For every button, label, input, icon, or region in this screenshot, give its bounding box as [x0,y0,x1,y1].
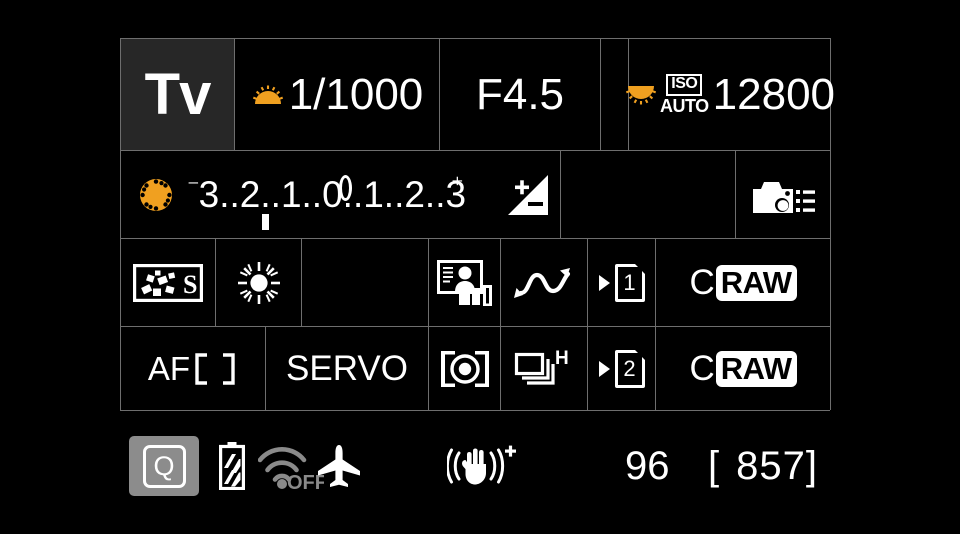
drive-mode-cell[interactable]: H [501,327,587,410]
wifi-icon: OFF [257,446,327,494]
quick-control-label: Q [153,450,175,481]
card-slot-icon: 2 [614,349,645,388]
airplane-mode-icon [316,444,362,488]
exposure-minus-sign: ⁻ [187,174,200,201]
record-arrow-icon [598,360,610,377]
white-balance-cell[interactable] [216,239,301,326]
af-operation-label: SERVO [286,348,408,388]
image-quality-raw-label: RAW [715,264,797,301]
image-quality-c-label: C [689,349,715,388]
exposure-compensation-cell[interactable] [496,152,560,237]
card-slot-number: 1 [623,269,636,295]
shutter-dial-up-icon [251,85,285,105]
grid-line-row4-bottom [120,410,830,411]
exposure-dial-icon [139,178,173,212]
shutter-speed-value: 1/1000 [288,69,424,119]
image-quality-raw-label: RAW [715,350,797,387]
metering-mode-cell[interactable] [429,327,500,410]
image-stabilizer-icon [445,444,517,486]
shooting-mode-cell[interactable]: Tv [121,39,234,150]
grid-line-v-r1-d [600,38,601,150]
card-slot-number: 2 [623,355,636,381]
image-quality-craw-badge: C RAW [689,263,797,302]
card-slot-2-cell[interactable]: 2 [588,327,655,410]
iso-value: 12800 [712,69,836,119]
quick-control-button[interactable]: Q [129,436,199,496]
iso-dial-down-icon [624,85,658,105]
iso-auto-label: AUTO [659,95,709,116]
grid-line-row1-bottom [120,150,830,151]
custom-shooting-mode-cell[interactable] [736,152,830,237]
picture-style-cell[interactable]: S [121,239,215,326]
record-card-1-group: 1 [598,263,645,302]
record-card-2-group: 2 [598,349,645,388]
af-area-brackets-icon [192,352,238,386]
svg-text:S: S [183,270,197,299]
exposure-level-pointer [339,175,352,201]
af-operation-cell[interactable]: SERVO [266,327,428,410]
grid-line-v-r4-g [830,326,831,410]
af-area-label: AF [147,349,191,387]
image-quality-2-cell[interactable]: C RAW [656,327,830,410]
evaluative-metering-icon [439,349,491,389]
image-quality-1-cell[interactable]: C RAW [656,239,830,326]
card-slot-icon: 1 [614,263,645,302]
iso-cell[interactable]: ISO AUTO 12800 [625,39,835,150]
auto-lighting-optimizer-cell[interactable] [429,239,500,326]
exposure-compensation-icon [506,173,550,217]
shots-remaining-value: 857 [736,444,806,488]
iso-auto-group: ISO AUTO [660,74,709,115]
exposure-level-scale: ⁻3..2..1..0..1..2..3 ⁺ [187,172,467,230]
shutter-speed-cell[interactable]: 1/1000 [235,39,439,150]
exposure-bracketing-cell[interactable] [501,239,587,326]
shots-remaining-group: [857] [708,446,818,486]
image-quality-craw-badge: C RAW [689,349,797,388]
af-area-cell[interactable]: AF [121,327,265,410]
exposure-scale-labels: 3..2..1..0..1..2..3 [198,174,467,215]
camera-settings-list-icon [751,177,815,213]
grid-line-v-r2-b [560,150,561,238]
exposure-plus-sign: ⁺ [451,172,464,199]
empty-cell-row3 [302,239,428,326]
auto-lighting-optimizer-icon [436,259,493,306]
daylight-white-balance-icon [237,261,281,305]
exposure-level-tick [262,214,269,230]
max-burst-value: 96 [625,444,670,488]
shots-close-bracket: ] [805,444,818,488]
exposure-bracketing-zigzag-icon [511,263,577,303]
shooting-mode-label: Tv [144,61,212,127]
grid-line-v-r2-a [120,150,121,238]
aperture-value: F4.5 [475,69,565,119]
continuous-high-drive-icon: H [513,348,575,390]
shots-open-bracket: [ [708,444,721,488]
grid-line-v-r2-d [830,150,831,238]
grid-line-v-r3-h [830,238,831,326]
picture-style-icon: S [133,263,203,302]
iso-label: ISO [666,74,703,96]
image-quality-c-label: C [689,263,715,302]
aperture-cell[interactable]: F4.5 [440,39,600,150]
quick-control-label-box: Q [142,444,186,488]
svg-text:H: H [555,348,569,369]
camera-quick-control-screen: Tv 1/1000 F4.5 ISO AUTO 12800 ⁻3..2..1..… [0,0,960,534]
card-slot-1-cell[interactable]: 1 [588,239,655,326]
battery-icon [219,442,245,491]
af-area-group: AF [148,350,238,388]
record-arrow-icon [598,274,610,291]
